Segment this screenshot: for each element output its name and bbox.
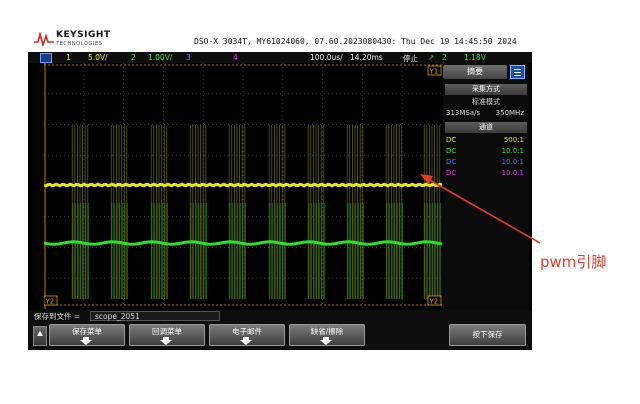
ch1-scale[interactable]: 5.0V/ xyxy=(88,53,108,62)
arrow-down-icon xyxy=(240,337,252,345)
save-to-file-label: 保存到文件 = xyxy=(34,312,81,321)
arrow-down-icon xyxy=(160,337,172,345)
channel-probe-ratio: 10.0:1 xyxy=(501,147,524,155)
bandwidth: 350MHz xyxy=(495,109,524,117)
ch1-trace xyxy=(44,182,442,188)
softkey-button[interactable]: 缺省/擦除 xyxy=(289,324,365,346)
softkey-label: 回调菜单 xyxy=(152,327,182,336)
device-info: DSO-X 3034T, MY61024060, 07.60.202308043… xyxy=(194,37,517,46)
cursor-y2-marker-right[interactable]: Y2 xyxy=(429,298,439,306)
channel-coupling: DC xyxy=(446,136,457,144)
waveform-canvas: Y1 Y2 Y2 1 T 2 xyxy=(44,63,442,309)
annotation-label: pwm引脚 xyxy=(540,253,607,271)
channel-coupling: DC xyxy=(446,169,457,177)
channels-header: 通道 xyxy=(445,122,527,133)
ch1-number[interactable]: 1 xyxy=(66,53,71,62)
channel-coupling: DC xyxy=(446,147,457,155)
status-bar: 1 5.0V/ 2 1.00V/ 3 4 100.0us/ 14.20ms 停止… xyxy=(28,52,532,63)
panel-title[interactable]: 摘要 xyxy=(443,65,507,79)
softkey-label: 保存菜单 xyxy=(72,327,102,336)
trigger-channel[interactable]: 2 xyxy=(442,53,447,62)
softkey-button[interactable]: 保存菜单 xyxy=(49,324,125,346)
cursor-y2-marker[interactable]: Y2 xyxy=(45,298,55,306)
ch3-number[interactable]: 3 xyxy=(186,53,191,62)
softkey-button[interactable]: 回调菜单 xyxy=(129,324,205,346)
timebase[interactable]: 100.0us/ xyxy=(310,53,343,62)
waveform-display[interactable]: Y1 Y2 Y2 1 T 2 xyxy=(44,63,442,309)
channel-probe-ratio: 500:1 xyxy=(503,136,524,144)
channel-coupling: DC xyxy=(446,158,457,166)
brand-subtitle: TECHNOLOGIES xyxy=(56,41,103,47)
softkey-label: 电子邮件 xyxy=(232,327,262,336)
ch4-number[interactable]: 4 xyxy=(233,53,238,62)
softkey-bar: 保存到文件 = scope_2051 保存菜单 回调菜单 电子邮件 缺省/擦除 按下保… xyxy=(28,310,532,350)
filename-field[interactable]: scope_2051 xyxy=(90,311,220,321)
sample-rate: 313MSa/s xyxy=(446,109,481,117)
softkey-button[interactable]: 电子邮件 xyxy=(209,324,285,346)
trigger-edge-icon: ↗ xyxy=(428,53,435,62)
trigger-level[interactable]: 1.18V xyxy=(464,53,486,62)
ch2-scale[interactable]: 1.00V/ xyxy=(148,53,172,62)
acquisition-mode: 标准模式 xyxy=(472,98,500,106)
arrow-down-icon xyxy=(80,337,92,345)
back-button[interactable] xyxy=(33,326,47,346)
panel-menu-icon[interactable] xyxy=(510,65,525,79)
channel-probe-ratio: 10.0:1 xyxy=(501,158,524,166)
keysight-logo-icon xyxy=(34,32,54,46)
scope-header: KEYSIGHT TECHNOLOGIES DSO-X 3034T, MY610… xyxy=(28,27,532,52)
acquisition-header: 采集方式 xyxy=(445,84,527,95)
arrow-down-icon xyxy=(320,337,332,345)
ch2-number[interactable]: 2 xyxy=(131,53,136,62)
menu-icon[interactable] xyxy=(40,53,52,63)
cursor-y1-marker[interactable]: Y1 xyxy=(429,68,439,76)
brand-name: KEYSIGHT xyxy=(56,30,111,40)
time-delay[interactable]: 14.20ms xyxy=(350,53,383,62)
channel-probe-ratio: 10.0:1 xyxy=(501,169,524,177)
softkey-label: 缺省/擦除 xyxy=(310,327,344,336)
press-save-button[interactable]: 按下保存 xyxy=(449,324,526,346)
summary-panel: 摘要 采集方式 标准模式 313MSa/s 350MHz 通道 DC 500:1 D… xyxy=(443,63,529,310)
